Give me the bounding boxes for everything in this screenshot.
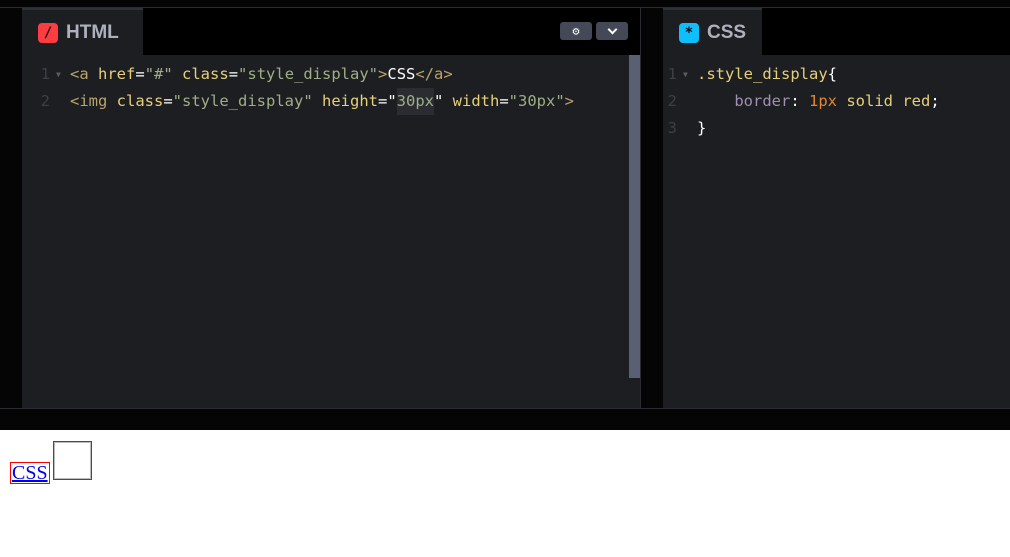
token: =: [228, 65, 239, 83]
code-line: 1 ▼ .style_display{: [649, 61, 1010, 88]
token: CSS: [387, 65, 416, 83]
html-panel-header: / HTML ⚙: [22, 8, 640, 55]
token: width: [443, 92, 500, 110]
preview-image: [53, 441, 92, 480]
token: =: [499, 92, 509, 110]
line-number: 3: [667, 119, 677, 137]
line-number: 2: [667, 92, 677, 110]
html-slash-icon: /: [38, 22, 58, 43]
token: =": [377, 92, 397, 110]
token: "style_display": [172, 92, 313, 110]
css-editor-panel: * CSS 1 ▼ .style_display{ 2 border: 1px s…: [663, 8, 1010, 408]
vertical-scrollbar[interactable]: [629, 55, 640, 378]
token: <img: [70, 92, 108, 110]
token: {: [827, 65, 837, 83]
preview-resize-bar[interactable]: [0, 408, 1010, 430]
code-line: 1 ▼ <a href = "#" class = "style_display" > CSS…: [22, 61, 640, 88]
token: =: [163, 92, 173, 110]
line-number: 1: [667, 65, 677, 83]
token: 1px: [799, 92, 837, 110]
token: "#": [144, 65, 173, 83]
tab-label: CSS: [707, 21, 747, 43]
html-editor-panel: / HTML ⚙ 1 ▼ <a href = "#" class = "style_dis…: [22, 8, 640, 408]
left-gutter: [0, 8, 22, 408]
preview-link[interactable]: CSS: [10, 462, 50, 484]
fold-arrow-icon[interactable]: ▼: [683, 61, 697, 88]
chevron-down-icon: [607, 24, 617, 34]
tab-label: HTML: [66, 21, 119, 43]
top-bar: [0, 0, 1010, 8]
token: "30px": [508, 92, 565, 110]
css-asterisk-icon: *: [679, 22, 699, 43]
token: ;: [930, 92, 940, 110]
token: .style_display: [697, 65, 828, 83]
gear-icon: ⚙: [572, 24, 580, 38]
token: :: [790, 92, 800, 110]
code-line: 2 border: 1px solid red;: [649, 88, 1010, 115]
token: border: [734, 92, 791, 110]
code-line: 2 <img class = "style_display" height =" 30p…: [22, 88, 640, 115]
token: height: [312, 92, 378, 110]
token: "style_display": [238, 65, 379, 83]
code-line: 3 }: [649, 115, 1010, 142]
settings-button[interactable]: ⚙: [560, 22, 592, 40]
token: }: [697, 119, 707, 137]
token: >: [378, 65, 388, 83]
token: >: [564, 92, 575, 110]
tab-css[interactable]: * CSS: [663, 8, 762, 55]
token: <a: [70, 65, 89, 83]
tab-html[interactable]: / HTML: [22, 8, 143, 55]
html-code-editor[interactable]: 1 ▼ <a href = "#" class = "style_display" > CSS…: [22, 55, 640, 115]
token: solid red: [837, 92, 931, 110]
token: class: [107, 92, 164, 110]
token: ": [433, 92, 444, 110]
css-code-editor[interactable]: 1 ▼ .style_display{ 2 border: 1px solid r…: [649, 55, 1010, 142]
token-highlighted: 30px: [396, 88, 434, 115]
css-panel-header: * CSS: [663, 8, 1010, 55]
fold-arrow-icon[interactable]: ▼: [56, 61, 70, 88]
line-number: 2: [40, 92, 50, 110]
preview-pane: CSS: [0, 430, 1010, 557]
line-number: 1: [40, 65, 50, 83]
token: class: [172, 65, 229, 83]
token: </a>: [415, 65, 453, 83]
collapse-button[interactable]: [596, 22, 628, 40]
token: href: [88, 65, 136, 83]
token: =: [135, 65, 145, 83]
